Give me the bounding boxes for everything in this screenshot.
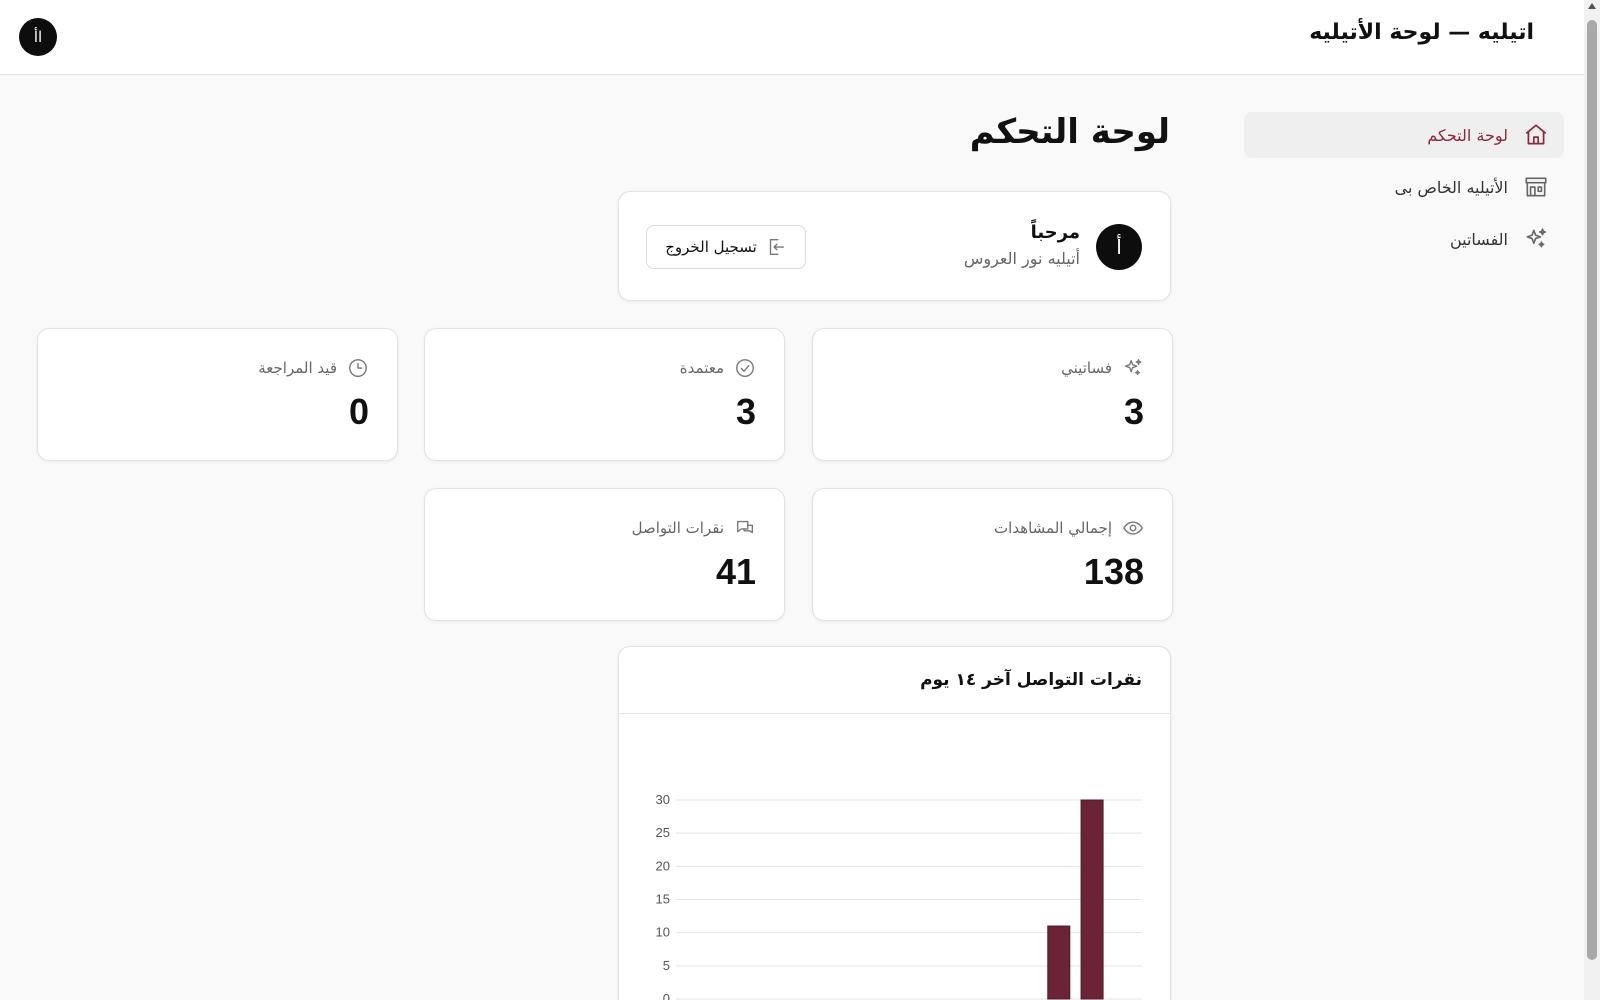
bar xyxy=(1047,925,1071,1000)
contact-clicks-bar-chart: 051015202530-06-13-06-14-06-15-06-16-06-… xyxy=(656,792,1142,1000)
top-header: اأ اتيليه — لوحة الأتيليه xyxy=(0,0,1584,75)
atelier-name: أتيليه نور العروس xyxy=(963,249,1080,268)
store-icon xyxy=(1522,173,1550,201)
atelier-avatar: أ xyxy=(1096,224,1142,270)
stat-value: 3 xyxy=(1123,391,1144,432)
sidebar-item-dashboard[interactable]: لوحة التحكم xyxy=(1244,112,1564,158)
sparkles-icon xyxy=(1522,225,1550,253)
sidebar-item-label: الفساتين xyxy=(1449,229,1508,249)
stat-card-under-review: قيد المراجعة 0 xyxy=(37,328,398,461)
home-icon xyxy=(1522,121,1550,149)
stat-label: إجمالي المشاهدات xyxy=(994,519,1112,537)
y-tick-label: 0 xyxy=(663,991,670,1000)
stat-value: 3 xyxy=(735,391,756,432)
sidebar-item-my-atelier[interactable]: الأتيليه الخاص بى xyxy=(1244,164,1564,210)
stat-card-my-dresses: فساتيني 3 xyxy=(812,328,1173,461)
stat-card-total-views: إجمالي المشاهدات 138 xyxy=(812,488,1173,621)
stat-label: قيد المراجعة xyxy=(258,359,337,377)
page-title: لوحة التحكم xyxy=(969,112,1170,152)
scrollbar-thumb[interactable] xyxy=(1587,20,1597,960)
welcome-greeting: مرحباً xyxy=(1030,222,1080,243)
sparkles-icon xyxy=(1124,359,1142,376)
check-circle-icon xyxy=(736,359,754,377)
stat-label: نقرات التواصل xyxy=(631,519,724,537)
stat-label: فساتيني xyxy=(1061,359,1112,377)
contact-clicks-chart-card: نقرات التواصل آخر ١٤ يوم 051015202530-06… xyxy=(618,646,1171,1000)
logout-label: تسجيل الخروج xyxy=(665,238,757,256)
sidebar-item-dresses[interactable]: الفساتين xyxy=(1244,216,1564,262)
logout-button[interactable]: تسجيل الخروج xyxy=(646,225,806,269)
scroll-up-arrow-icon[interactable] xyxy=(1588,3,1596,9)
y-tick-label: 15 xyxy=(656,892,670,907)
welcome-card: أ مرحباً أتيليه نور العروس تسجيل الخروج xyxy=(618,191,1171,301)
chart-title: نقرات التواصل آخر ١٤ يوم xyxy=(619,647,1170,714)
sidebar-item-label: لوحة التحكم xyxy=(1427,125,1508,145)
bar xyxy=(1080,799,1104,1000)
stat-value: 138 xyxy=(1083,551,1144,592)
sidebar: لوحة التحكم الأتيليه الخاص بى الفساتين xyxy=(1244,112,1564,268)
stat-card-approved: معتمدة 3 xyxy=(424,328,785,461)
stat-value: 41 xyxy=(715,551,756,592)
chat-icon xyxy=(736,520,754,534)
stat-card-contact-clicks: نقرات التواصل 41 xyxy=(424,488,785,621)
y-tick-label: 30 xyxy=(656,792,670,807)
logout-icon xyxy=(769,238,784,256)
y-tick-label: 5 xyxy=(663,958,670,973)
y-tick-label: 20 xyxy=(656,858,670,873)
stat-label: معتمدة xyxy=(679,359,724,377)
clock-icon xyxy=(349,359,367,377)
y-tick-label: 25 xyxy=(656,825,670,840)
sidebar-item-label: الأتيليه الخاص بى xyxy=(1394,177,1508,197)
stat-value: 0 xyxy=(348,391,369,432)
y-tick-label: 10 xyxy=(656,925,670,940)
app-title: اتيليه — لوحة الأتيليه xyxy=(1309,20,1534,45)
user-avatar[interactable]: اأ xyxy=(19,18,57,56)
eye-icon xyxy=(1123,521,1143,535)
page-scrollbar[interactable] xyxy=(1584,0,1600,1000)
